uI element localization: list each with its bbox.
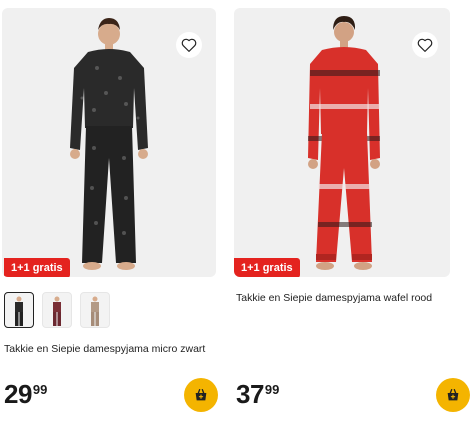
product-price: 29 99 xyxy=(4,380,47,408)
favorite-button[interactable] xyxy=(176,32,202,58)
swatch-beige[interactable] xyxy=(80,292,110,328)
add-to-cart-button[interactable] xyxy=(184,378,218,412)
promo-badge: 1+1 gratis xyxy=(234,258,300,277)
add-to-cart-button[interactable] xyxy=(436,378,470,412)
favorite-button[interactable] xyxy=(412,32,438,58)
swatch-thumbnail xyxy=(15,296,23,326)
price-decimals: 99 xyxy=(264,382,280,397)
product-image[interactable]: 1+1 gratis xyxy=(234,8,450,277)
swatch-thumbnail xyxy=(91,296,99,326)
heart-icon xyxy=(417,38,433,52)
product-card[interactable]: 1+1 gratis Takkie en Siepie damespyjama … xyxy=(0,0,220,428)
product-price: 37 99 xyxy=(236,380,279,408)
price-integer: 37 xyxy=(236,379,264,409)
product-title[interactable]: Takkie en Siepie damespyjama micro zwart xyxy=(4,344,214,355)
product-title[interactable]: Takkie en Siepie damespyjama wafel rood xyxy=(236,293,461,304)
swatch-thumbnail xyxy=(53,296,61,326)
price-integer: 29 xyxy=(4,379,32,409)
price-decimals: 99 xyxy=(32,382,48,397)
swatch-black[interactable] xyxy=(4,292,34,328)
product-card[interactable]: 1+1 gratis Takkie en Siepie damespyjama … xyxy=(234,0,470,428)
heart-icon xyxy=(181,38,197,52)
shopping-basket-icon xyxy=(195,389,207,401)
product-image[interactable]: 1+1 gratis xyxy=(2,8,216,277)
color-swatches xyxy=(4,292,110,328)
shopping-basket-icon xyxy=(447,389,459,401)
promo-badge: 1+1 gratis xyxy=(4,258,70,277)
swatch-red[interactable] xyxy=(42,292,72,328)
